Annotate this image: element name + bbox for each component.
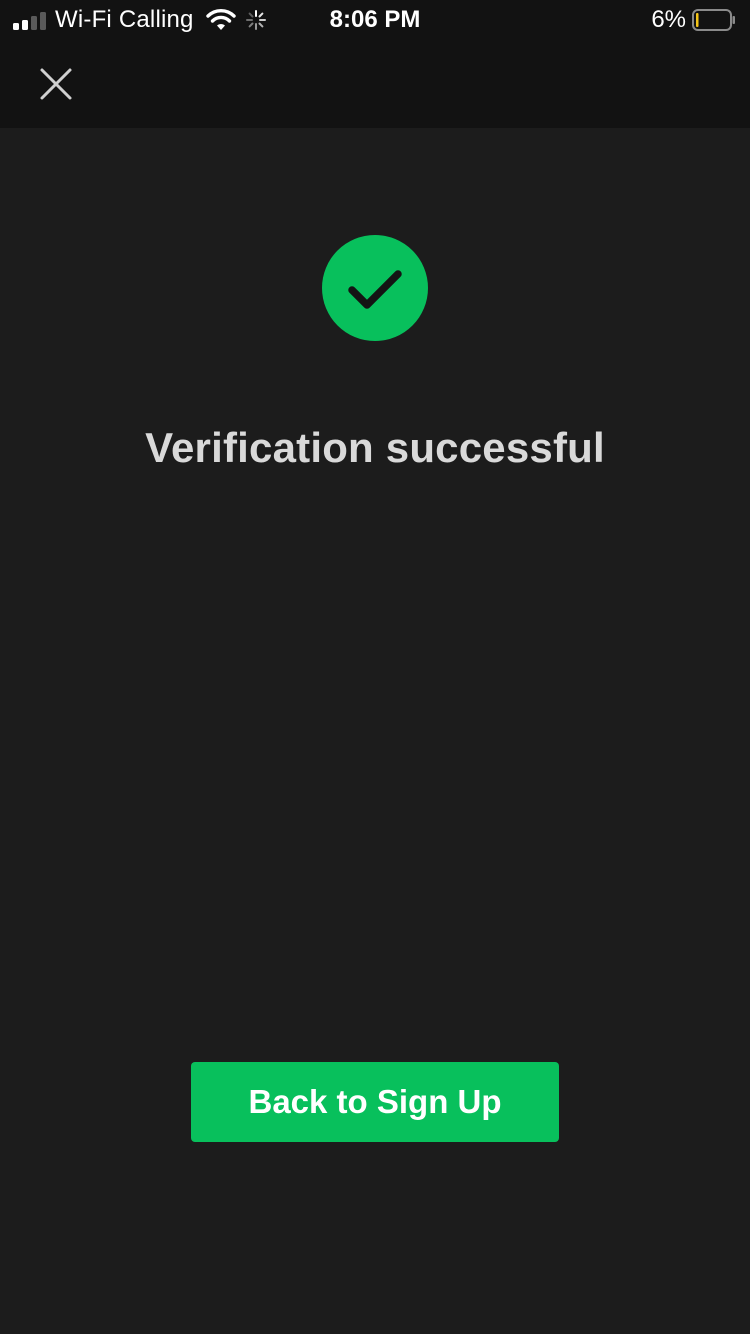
status-bar: Wi-Fi Calling 8:06 PM 6% xyxy=(0,0,750,40)
close-icon xyxy=(40,68,72,100)
page-title: Verification successful xyxy=(145,424,605,471)
checkmark-icon xyxy=(348,270,402,309)
success-badge xyxy=(322,235,428,341)
close-button[interactable] xyxy=(32,60,80,108)
battery-percent: 6% xyxy=(651,6,686,33)
top-navigation-bar xyxy=(0,40,750,128)
status-time: 8:06 PM xyxy=(329,6,421,33)
back-to-sign-up-button[interactable]: Back to Sign Up xyxy=(191,1062,559,1142)
verification-success-screen: Wi-Fi Calling 8:06 PM 6% Verification su… xyxy=(0,0,750,1334)
battery-icon xyxy=(692,9,735,31)
